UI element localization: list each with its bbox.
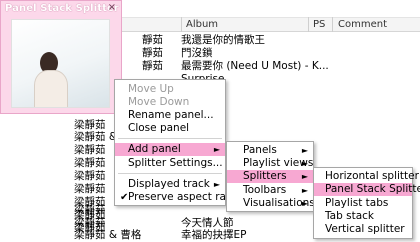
chevron-right-icon: ► bbox=[301, 199, 308, 208]
menu-separator bbox=[118, 173, 222, 174]
chevron-right-icon: ► bbox=[213, 145, 220, 154]
column-album[interactable]: Album bbox=[186, 19, 218, 30]
close-icon[interactable]: × bbox=[108, 2, 116, 13]
menu-item-playlist-tabs[interactable]: Playlist tabs bbox=[314, 197, 412, 210]
album-art-figure-body bbox=[34, 70, 68, 107]
context-menu: Move Up Move Down Rename panel... Close … bbox=[114, 79, 239, 206]
menu-item-horizontal-splitter[interactable]: Horizontal splitter bbox=[314, 170, 419, 183]
chevron-right-icon: ► bbox=[213, 180, 220, 189]
menu-item-toolbars[interactable]: Toolbars ► bbox=[227, 184, 313, 197]
menu-item-visualisations[interactable]: Visualisations ► bbox=[227, 197, 315, 210]
menu-item-vertical-splitter[interactable]: Vertical splitter bbox=[314, 223, 412, 236]
chevron-right-icon: ► bbox=[301, 146, 308, 155]
column-comment[interactable]: Comment bbox=[338, 19, 387, 30]
menu-item-splitters[interactable]: Splitters ► bbox=[227, 170, 313, 183]
submenu-add-panel: Panels ► Playlist views ► Splitters ► Toolb… bbox=[226, 141, 315, 212]
menu-item-close-panel[interactable]: Close panel bbox=[115, 122, 225, 135]
chevron-right-icon: ► bbox=[301, 159, 308, 168]
column-divider[interactable] bbox=[181, 17, 182, 32]
menu-item-panels[interactable]: Panels ► bbox=[227, 144, 313, 157]
chevron-right-icon: ► bbox=[301, 172, 308, 181]
panel-stack-splitter-window[interactable]: Panel Stack Splitter × bbox=[0, 0, 122, 114]
submenu-splitters: Horizontal splitter Panel Stack Splitter… bbox=[313, 167, 420, 239]
album-art bbox=[11, 19, 110, 108]
column-divider[interactable] bbox=[308, 17, 309, 32]
menu-item-splitter-settings[interactable]: Splitter Settings... bbox=[115, 157, 225, 170]
menu-item-rename-panel[interactable]: Rename panel... bbox=[115, 109, 225, 122]
menu-item-preserve-aspect-ratio[interactable]: ✔ Preserve aspect ratio bbox=[115, 191, 239, 204]
column-ps[interactable]: PS bbox=[313, 19, 325, 30]
menu-item-playlist-views[interactable]: Playlist views ► bbox=[227, 157, 313, 170]
menu-item-move-up[interactable]: Move Up bbox=[115, 83, 225, 96]
menu-item-move-down[interactable]: Move Down bbox=[115, 96, 225, 109]
menu-item-add-panel[interactable]: Add panel ► bbox=[115, 143, 225, 156]
menu-item-panel-stack-splitter[interactable]: Panel Stack Splitter bbox=[314, 183, 420, 196]
menu-item-tab-stack[interactable]: Tab stack bbox=[314, 210, 412, 223]
chevron-right-icon: ► bbox=[301, 186, 308, 195]
column-divider[interactable] bbox=[332, 17, 333, 32]
menu-separator bbox=[118, 138, 222, 139]
panel-title: Panel Stack Splitter bbox=[5, 3, 119, 14]
menu-item-displayed-track[interactable]: Displayed track ► bbox=[115, 178, 225, 191]
